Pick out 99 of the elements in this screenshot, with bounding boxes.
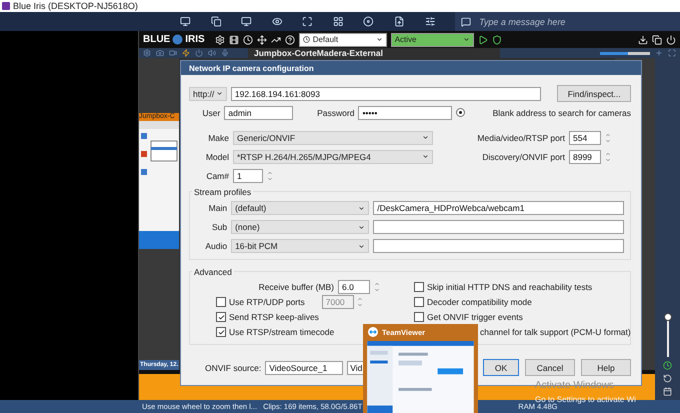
search-hint: Blank address to search for cameras bbox=[492, 108, 631, 118]
dialog-button[interactable]: OK bbox=[483, 359, 519, 376]
option-label: Use RTP/UDP ports bbox=[229, 297, 305, 307]
shield-icon[interactable] bbox=[492, 34, 502, 44]
undo-icon[interactable] bbox=[663, 374, 672, 383]
move-icon[interactable] bbox=[256, 34, 267, 44]
dialog-title: Network IP camera configuration bbox=[181, 61, 641, 75]
group-title: Stream profiles bbox=[192, 187, 254, 197]
user-field[interactable]: admin bbox=[224, 106, 294, 120]
model-label: Model bbox=[204, 152, 229, 162]
option-label: Use RTSP/stream timecode bbox=[229, 327, 334, 337]
message-input[interactable]: Type a message here bbox=[477, 16, 662, 28]
caret-icon[interactable] bbox=[216, 90, 223, 97]
radio-icon[interactable] bbox=[456, 108, 465, 117]
caret-icon[interactable] bbox=[358, 204, 366, 212]
dialog-button[interactable]: Cancel bbox=[525, 359, 575, 376]
camera-title: Jumpbox-CorteMadera-External bbox=[248, 48, 500, 58]
buffer-field[interactable]: 6.0 bbox=[338, 280, 370, 294]
onvif-source-field[interactable]: VideoSource_1 bbox=[265, 360, 344, 374]
checkbox[interactable] bbox=[216, 327, 226, 337]
calendar-icon[interactable] bbox=[663, 387, 672, 396]
caret-icon[interactable] bbox=[358, 242, 366, 250]
stream-select[interactable]: 16-bit PCM bbox=[231, 239, 370, 253]
stream-path-field[interactable] bbox=[373, 239, 624, 253]
group-title: Advanced bbox=[192, 267, 234, 277]
slider-thumb[interactable] bbox=[664, 313, 672, 322]
option-label: Send RTSP keep-alives bbox=[229, 312, 319, 322]
camera-icon[interactable] bbox=[156, 49, 164, 57]
windows-icon[interactable] bbox=[652, 34, 662, 44]
onvif-field[interactable]: Vid bbox=[347, 360, 364, 374]
speaker-icon[interactable] bbox=[208, 49, 216, 57]
teamviewer-logo-icon bbox=[368, 327, 378, 338]
user-label: User bbox=[201, 108, 220, 118]
stream-path-field[interactable]: /DeskCamera_HDProWebca/webcam1 bbox=[373, 201, 624, 215]
caret-icon[interactable] bbox=[358, 224, 366, 230]
port-field[interactable]: 8999 bbox=[569, 150, 601, 164]
app-icon bbox=[2, 2, 10, 10]
port-label: Discovery/ONVIF port bbox=[481, 152, 565, 162]
option-label: Skip initial HTTP DNS and reachability tests bbox=[427, 282, 592, 292]
protocol-select[interactable]: http:// bbox=[189, 86, 227, 100]
stream-label: Audio bbox=[204, 241, 228, 251]
checkbox[interactable] bbox=[414, 312, 424, 322]
fullscreen-icon[interactable] bbox=[302, 16, 313, 27]
option-label: channel for talk support (PCM-U format) bbox=[480, 327, 631, 337]
plus-icon[interactable] bbox=[655, 49, 663, 57]
film-icon[interactable] bbox=[228, 34, 239, 44]
onvif-label: ONVIF source: bbox=[205, 362, 262, 372]
option-label: Get ONVIF trigger events bbox=[427, 312, 523, 322]
mic-icon[interactable] bbox=[221, 49, 229, 57]
checkbox[interactable] bbox=[414, 282, 424, 292]
power-icon[interactable] bbox=[666, 34, 676, 44]
play-icon[interactable] bbox=[478, 34, 488, 44]
monitor-icon[interactable] bbox=[180, 16, 191, 27]
profile-select[interactable]: Default bbox=[298, 32, 387, 46]
cam-number-label: Cam# bbox=[205, 170, 229, 180]
eye-icon[interactable] bbox=[272, 16, 282, 27]
buffer-label: Receive buffer (MB) bbox=[258, 282, 334, 292]
checkbox[interactable] bbox=[216, 312, 226, 322]
stream-path-field[interactable] bbox=[373, 220, 624, 234]
logo: BLUE IRIS bbox=[143, 34, 205, 45]
make-label: Make bbox=[207, 132, 229, 142]
stream-label: Sub bbox=[210, 222, 228, 232]
clock-icon bbox=[302, 36, 310, 43]
password-field[interactable]: ••••• bbox=[358, 106, 452, 120]
model-select[interactable]: *RTSP H.264/H.265/MJPG/MPEG4 bbox=[233, 150, 433, 164]
flash-icon[interactable] bbox=[182, 49, 190, 57]
stream-select[interactable]: (none) bbox=[231, 220, 370, 234]
port-label: Media/video/RTSP port bbox=[476, 132, 565, 142]
checkbox[interactable] bbox=[414, 297, 424, 307]
caret-icon[interactable] bbox=[462, 36, 470, 43]
record-icon[interactable] bbox=[363, 16, 374, 27]
port-field[interactable]: 554 bbox=[569, 130, 601, 144]
monitor-icon[interactable] bbox=[241, 16, 252, 27]
option-label: Decoder compatibility mode bbox=[427, 297, 532, 307]
caret-icon[interactable] bbox=[422, 134, 429, 141]
help-icon[interactable] bbox=[284, 34, 295, 44]
cam-number-field[interactable]: 1 bbox=[233, 168, 263, 182]
video-icon[interactable] bbox=[169, 49, 177, 57]
volume-slider[interactable] bbox=[600, 52, 650, 54]
schedule-select[interactable]: Active bbox=[390, 32, 474, 46]
address-field[interactable]: 192.168.194.161:8093 bbox=[230, 86, 542, 100]
window-title: Blue Iris (DESKTOP-NJ5618O) bbox=[13, 1, 138, 11]
find-inspect-button[interactable]: Find/inspect... bbox=[557, 85, 631, 102]
screens-icon[interactable] bbox=[210, 16, 222, 27]
caret-icon[interactable] bbox=[376, 36, 383, 43]
stream-select[interactable]: (default) bbox=[231, 201, 370, 215]
file-icon[interactable] bbox=[394, 16, 404, 27]
grid-icon[interactable] bbox=[332, 16, 344, 27]
message-field[interactable]: Type a message here bbox=[455, 12, 680, 31]
chat-icon[interactable] bbox=[461, 16, 472, 26]
sliders-icon[interactable] bbox=[424, 16, 436, 27]
make-select[interactable]: Generic/ONVIF bbox=[233, 130, 433, 144]
dialog-button[interactable]: Help bbox=[581, 359, 631, 376]
activation-title: Activate Windows bbox=[535, 380, 615, 391]
password-label: Password bbox=[317, 108, 354, 118]
stream-label: Main bbox=[208, 203, 228, 213]
caret-icon[interactable] bbox=[422, 153, 429, 160]
download-icon[interactable] bbox=[638, 34, 648, 44]
chart-icon[interactable] bbox=[270, 34, 281, 44]
